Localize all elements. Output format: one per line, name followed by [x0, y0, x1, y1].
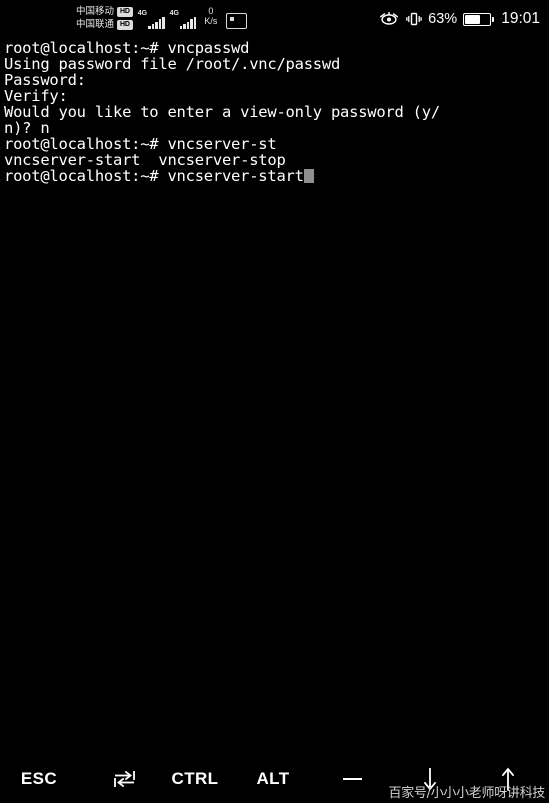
key-tab[interactable]	[88, 755, 162, 803]
status-bar-left-group: 中国移动 HD 中国联通 HD 4G 4G 0 K/s	[76, 3, 248, 35]
terminal-line: Using password file /root/.vnc/passwd	[4, 55, 341, 73]
key-minus[interactable]	[322, 755, 382, 803]
terminal-prompt-line: root@localhost:~# vncserver-start	[4, 168, 549, 184]
network-speed-unit: K/s	[204, 16, 218, 26]
phone-screen: 中国移动 HD 中国联通 HD 4G 4G 0 K/s 63% 19:01 ro…	[0, 0, 549, 803]
terminal-line: Password:	[4, 71, 86, 89]
terminal-line: n)? n	[4, 119, 50, 137]
eye-comfort-icon	[380, 12, 399, 25]
terminal-cursor	[303, 169, 314, 183]
carrier-name-secondary: 中国联通	[76, 19, 115, 30]
battery-percent-label: 63%	[428, 11, 458, 27]
network-speed-value: 0	[208, 6, 214, 16]
tab-icon	[114, 770, 135, 788]
network-type-label-1: 4G	[137, 10, 148, 17]
battery-icon	[463, 12, 495, 26]
status-bar-right-group: 63% 19:01	[378, 0, 540, 38]
signal-strength-group-1: 4G	[138, 3, 165, 29]
carrier-row-primary: 中国移动 HD	[76, 5, 133, 18]
minus-icon	[342, 777, 362, 781]
hd-badge-primary: HD	[117, 6, 133, 17]
key-alt-label: ALT	[256, 769, 290, 788]
terminal-line: root@localhost:~# vncserver-st	[4, 135, 277, 153]
terminal-output-area[interactable]: root@localhost:~# vncpasswd Using passwo…	[0, 38, 549, 755]
key-esc-label: ESC	[20, 769, 58, 788]
terminal-line: vncserver-start vncserver-stop	[4, 151, 286, 169]
network-type-label-2: 4G	[169, 10, 179, 17]
screen-cast-icon	[226, 13, 248, 29]
watermark-text: 百家号/小小小老师呀讲科技	[388, 786, 546, 801]
carrier-name-primary: 中国移动	[76, 6, 115, 17]
terminal-key-toolbar: ESC CTRL ALT 百家号/小小小老师呀讲科技	[0, 755, 549, 803]
network-speed-indicator: 0 K/s	[204, 3, 217, 26]
signal-bars-icon-1	[148, 17, 165, 29]
vibrate-icon	[406, 12, 422, 26]
key-alt[interactable]: ALT	[238, 755, 308, 803]
status-bar-clock: 19:01	[501, 10, 540, 27]
terminal-prompt-text: root@localhost:~# vncserver-start	[4, 167, 304, 185]
carrier-labels: 中国移动 HD 中国联通 HD	[76, 3, 133, 31]
hd-badge-secondary: HD	[117, 19, 133, 30]
signal-strength-group-2: 4G	[170, 3, 197, 29]
signal-bars-icon-2	[179, 17, 197, 29]
carrier-row-secondary: 中国联通 HD	[76, 18, 133, 31]
terminal-line: Would you like to enter a view-only pass…	[4, 103, 440, 121]
key-ctrl[interactable]: CTRL	[158, 755, 232, 803]
status-bar: 中国移动 HD 中国联通 HD 4G 4G 0 K/s 63% 19:01	[0, 0, 549, 38]
battery-fill-level	[465, 14, 481, 24]
terminal-line: Verify:	[4, 87, 68, 105]
key-esc[interactable]: ESC	[6, 755, 72, 803]
terminal-line: root@localhost:~# vncpasswd	[4, 39, 250, 57]
key-ctrl-label: CTRL	[171, 769, 219, 788]
